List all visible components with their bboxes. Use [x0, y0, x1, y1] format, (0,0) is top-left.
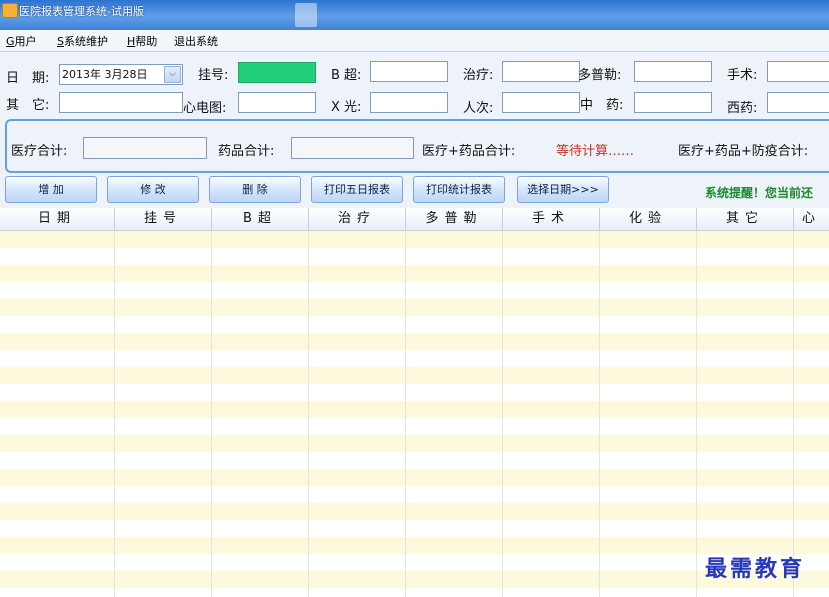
- menu-bar: G用户 S系统维护 H帮助 退出系统: [0, 30, 829, 52]
- column-divider: [308, 231, 309, 597]
- drug-total-label: 药品合计:: [218, 144, 275, 159]
- print-stats-report-button[interactable]: 打印统计报表: [413, 176, 505, 203]
- ecg-label: 心电图:: [183, 101, 227, 116]
- column-divider: [502, 231, 503, 597]
- menu-help[interactable]: H帮助: [127, 33, 157, 49]
- xray-field[interactable]: [370, 92, 448, 113]
- column-header-date[interactable]: 日期: [0, 208, 115, 230]
- title-bar: 医院报表管理系统-试用版: [0, 0, 829, 30]
- tcm-field[interactable]: [634, 92, 712, 113]
- edit-button[interactable]: 修 改: [107, 176, 199, 203]
- column-header-other[interactable]: 其它: [697, 208, 794, 230]
- menu-exit[interactable]: 退出系统: [174, 33, 218, 49]
- chevron-down-icon[interactable]: ⌵: [164, 66, 181, 83]
- system-reminder: 系统提醒！您当前还: [705, 186, 814, 200]
- column-divider: [599, 231, 600, 597]
- entry-form: 日 期: 2013年 3月28日 ⌵ 挂号: B 超: 治疗: 多普勒: 手术:…: [0, 52, 829, 118]
- bultrasound-label: B 超:: [331, 68, 362, 83]
- visits-label: 人次:: [463, 101, 494, 116]
- date-picker[interactable]: 2013年 3月28日 ⌵: [59, 64, 183, 85]
- medical-drug-total-label: 医疗+药品合计:: [422, 144, 516, 159]
- date-value: 2013年 3月28日: [62, 68, 148, 81]
- other-field[interactable]: [59, 92, 183, 113]
- menu-user[interactable]: G用户: [6, 33, 37, 49]
- column-divider: [405, 231, 406, 597]
- medical-drug-epidemic-total-label: 医疗+药品+防疫合计:: [678, 144, 809, 159]
- delete-button[interactable]: 删 除: [209, 176, 301, 203]
- column-header-lab[interactable]: 化验: [600, 208, 697, 230]
- drug-total-field: [291, 137, 414, 159]
- doppler-field[interactable]: [634, 61, 712, 82]
- column-divider: [211, 231, 212, 597]
- ecg-field[interactable]: [238, 92, 316, 113]
- column-header-registration[interactable]: 挂号: [115, 208, 212, 230]
- document-glyph-icon: [295, 3, 317, 27]
- totals-panel: 医疗合计: 药品合计: 医疗+药品合计: 等待计算…… 医疗+药品+防疫合计:: [5, 119, 829, 173]
- menu-system-maintenance[interactable]: S系统维护: [57, 33, 108, 49]
- column-header-ecg[interactable]: 心: [794, 208, 829, 230]
- app-icon: [2, 3, 18, 18]
- watermark: 最需教育: [705, 556, 806, 582]
- medical-total-field: [83, 137, 207, 159]
- surgery-label: 手术:: [727, 68, 758, 83]
- column-divider: [114, 231, 115, 597]
- table-header: 日期 挂号 B超 治疗 多普勒 手术 化验 其它 心: [0, 208, 829, 231]
- column-header-bultrasound[interactable]: B超: [212, 208, 309, 230]
- add-button[interactable]: 增 加: [5, 176, 97, 203]
- select-date-button[interactable]: 选择日期>>>: [517, 176, 609, 203]
- treatment-label: 治疗:: [463, 68, 494, 83]
- registration-label: 挂号:: [198, 68, 229, 83]
- column-divider: [696, 231, 697, 597]
- column-header-treatment[interactable]: 治疗: [309, 208, 406, 230]
- calc-status: 等待计算……: [556, 144, 635, 159]
- treatment-field[interactable]: [502, 61, 580, 82]
- window-title: 医院报表管理系统-试用版: [19, 5, 144, 18]
- column-divider: [793, 231, 794, 597]
- medical-total-label: 医疗合计:: [11, 144, 68, 159]
- data-table[interactable]: 日期 挂号 B超 治疗 多普勒 手术 化验 其它 心: [0, 208, 829, 597]
- xray-label: X 光:: [331, 100, 362, 115]
- visits-field[interactable]: [502, 92, 580, 113]
- registration-field[interactable]: [238, 62, 316, 83]
- surgery-field[interactable]: [767, 61, 829, 82]
- table-body[interactable]: [0, 231, 829, 597]
- column-header-doppler[interactable]: 多普勒: [406, 208, 503, 230]
- tcm-label: 中 药:: [580, 98, 624, 113]
- bultrasound-field[interactable]: [370, 61, 448, 82]
- date-label: 日 期:: [6, 71, 50, 86]
- doppler-label: 多普勒:: [578, 68, 622, 83]
- other-label: 其 它:: [6, 98, 50, 113]
- column-header-surgery[interactable]: 手术: [503, 208, 600, 230]
- print-five-day-report-button[interactable]: 打印五日报表: [311, 176, 403, 203]
- western-field[interactable]: [767, 92, 829, 113]
- western-label: 西药:: [727, 101, 758, 116]
